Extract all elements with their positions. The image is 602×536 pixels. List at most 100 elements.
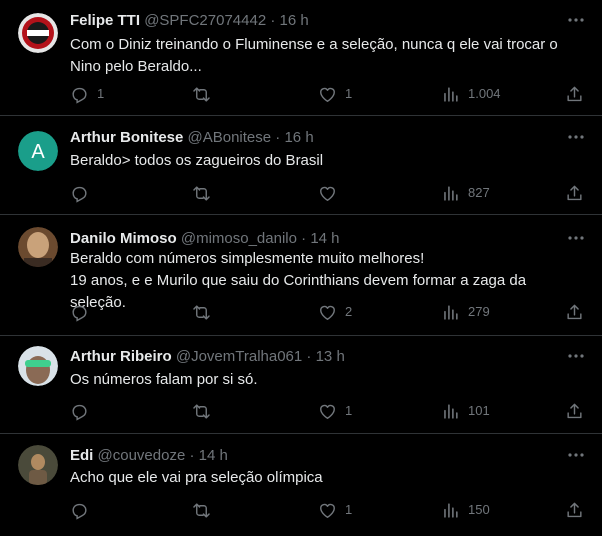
like-count: 1: [345, 86, 353, 101]
like-button[interactable]: 1: [318, 401, 352, 421]
reply-button[interactable]: [70, 401, 97, 421]
share-button[interactable]: [565, 302, 584, 322]
handle[interactable]: @mimoso_danilo: [181, 230, 297, 247]
views-button[interactable]: 101: [441, 401, 490, 421]
retweet-icon: [192, 402, 211, 421]
tweet-header: Arthur Bonitese @ABonitese · 16 h: [70, 129, 314, 146]
timestamp[interactable]: 16 h: [284, 129, 313, 146]
views-icon: [441, 303, 460, 322]
like-count: 1: [345, 403, 353, 418]
like-button[interactable]: 2: [318, 302, 352, 322]
views-button[interactable]: 150: [441, 500, 490, 520]
retweet-button[interactable]: [192, 500, 219, 520]
reply-button[interactable]: [70, 302, 97, 322]
like-count: 2: [345, 304, 353, 319]
tweet-text: Com o Diniz treinando o Fluminense e a s…: [70, 36, 558, 75]
tweet[interactable]: Arthur Ribeiro @JovemTralha061 · 13 h Os…: [0, 336, 602, 434]
share-icon: [565, 184, 584, 203]
timestamp[interactable]: 16 h: [280, 12, 309, 29]
like-count: 1: [345, 502, 353, 517]
handle[interactable]: @JovemTralha061: [176, 348, 302, 365]
reply-button[interactable]: [70, 183, 97, 203]
views-button[interactable]: 279: [441, 302, 490, 322]
retweet-icon: [192, 501, 211, 520]
views-icon: [441, 85, 460, 104]
tweet[interactable]: Danilo Mimoso @mimoso_danilo · 14 h Bera…: [0, 215, 602, 336]
tweet-header: Edi @couvedoze · 14 h: [70, 447, 228, 464]
views-icon: [441, 184, 460, 203]
share-button[interactable]: [565, 84, 584, 104]
retweet-icon: [192, 85, 211, 104]
views-count: 150: [468, 502, 490, 517]
share-icon: [565, 501, 584, 520]
avatar[interactable]: A: [18, 131, 58, 171]
display-name[interactable]: Edi: [70, 447, 93, 464]
action-bar: 2 279: [0, 302, 602, 322]
share-icon: [565, 303, 584, 322]
reply-button[interactable]: [70, 500, 97, 520]
display-name[interactable]: Arthur Bonitese: [70, 129, 183, 146]
display-name[interactable]: Danilo Mimoso: [70, 230, 177, 247]
more-icon[interactable]: [566, 445, 586, 465]
more-icon[interactable]: [566, 10, 586, 30]
reply-icon: [70, 402, 89, 421]
retweet-button[interactable]: [192, 302, 219, 322]
like-button[interactable]: 1: [318, 500, 352, 520]
like-icon: [318, 501, 337, 520]
retweet-button[interactable]: [192, 183, 219, 203]
more-icon[interactable]: [566, 127, 586, 147]
views-count: 827: [468, 185, 490, 200]
tweet-header: Danilo Mimoso @mimoso_danilo · 14 h: [70, 230, 340, 247]
avatar[interactable]: [18, 445, 58, 485]
reply-icon: [70, 85, 89, 104]
like-button[interactable]: 1: [318, 84, 352, 104]
tweet-header: Felipe TTI @SPFC27074442 · 16 h: [70, 12, 309, 29]
reply-button[interactable]: 1: [70, 84, 104, 104]
views-count: 101: [468, 403, 490, 418]
tweet-text: Acho que ele vai pra seleção olímpica: [70, 469, 323, 486]
share-icon: [565, 402, 584, 421]
share-button[interactable]: [565, 183, 584, 203]
avatar[interactable]: [18, 346, 58, 386]
avatar[interactable]: [18, 13, 58, 53]
action-bar: 1 1 1.004: [0, 84, 602, 104]
tweet-text: Os números falam por si só.: [70, 371, 258, 388]
handle[interactable]: @ABonitese: [188, 129, 272, 146]
views-count: 279: [468, 304, 490, 319]
reply-icon: [70, 184, 89, 203]
avatar[interactable]: [18, 227, 58, 267]
timestamp[interactable]: 13 h: [316, 348, 345, 365]
tweet[interactable]: Edi @couvedoze · 14 h Acho que ele vai p…: [0, 434, 602, 536]
avatar-letter: A: [31, 141, 45, 163]
action-bar: 1 101: [0, 401, 602, 421]
retweet-button[interactable]: [192, 401, 219, 421]
handle[interactable]: @SPFC27074442: [144, 12, 266, 29]
views-icon: [441, 501, 460, 520]
timestamp[interactable]: 14 h: [199, 447, 228, 464]
retweet-icon: [192, 184, 211, 203]
views-button[interactable]: 827: [441, 183, 490, 203]
tweet[interactable]: A Arthur Bonitese @ABonitese · 16 h Bera…: [0, 116, 602, 215]
display-name[interactable]: Felipe TTI: [70, 12, 140, 29]
timestamp[interactable]: 14 h: [310, 230, 339, 247]
share-button[interactable]: [565, 500, 584, 520]
tweet[interactable]: Felipe TTI @SPFC27074442 · 16 h Com o Di…: [0, 0, 602, 116]
retweet-button[interactable]: [192, 84, 219, 104]
more-icon[interactable]: [566, 346, 586, 366]
views-button[interactable]: 1.004: [441, 84, 501, 104]
reply-count: 1: [97, 86, 105, 101]
more-icon[interactable]: [566, 228, 586, 248]
share-button[interactable]: [565, 401, 584, 421]
action-bar: 827: [0, 183, 602, 203]
reply-icon: [70, 501, 89, 520]
share-icon: [565, 85, 584, 104]
views-count: 1.004: [468, 86, 501, 101]
display-name[interactable]: Arthur Ribeiro: [70, 348, 172, 365]
like-icon: [318, 303, 337, 322]
like-button[interactable]: [318, 183, 345, 203]
handle[interactable]: @couvedoze: [98, 447, 186, 464]
tweet-header: Arthur Ribeiro @JovemTralha061 · 13 h: [70, 348, 345, 365]
action-bar: 1 150: [0, 500, 602, 520]
views-icon: [441, 402, 460, 421]
retweet-icon: [192, 303, 211, 322]
